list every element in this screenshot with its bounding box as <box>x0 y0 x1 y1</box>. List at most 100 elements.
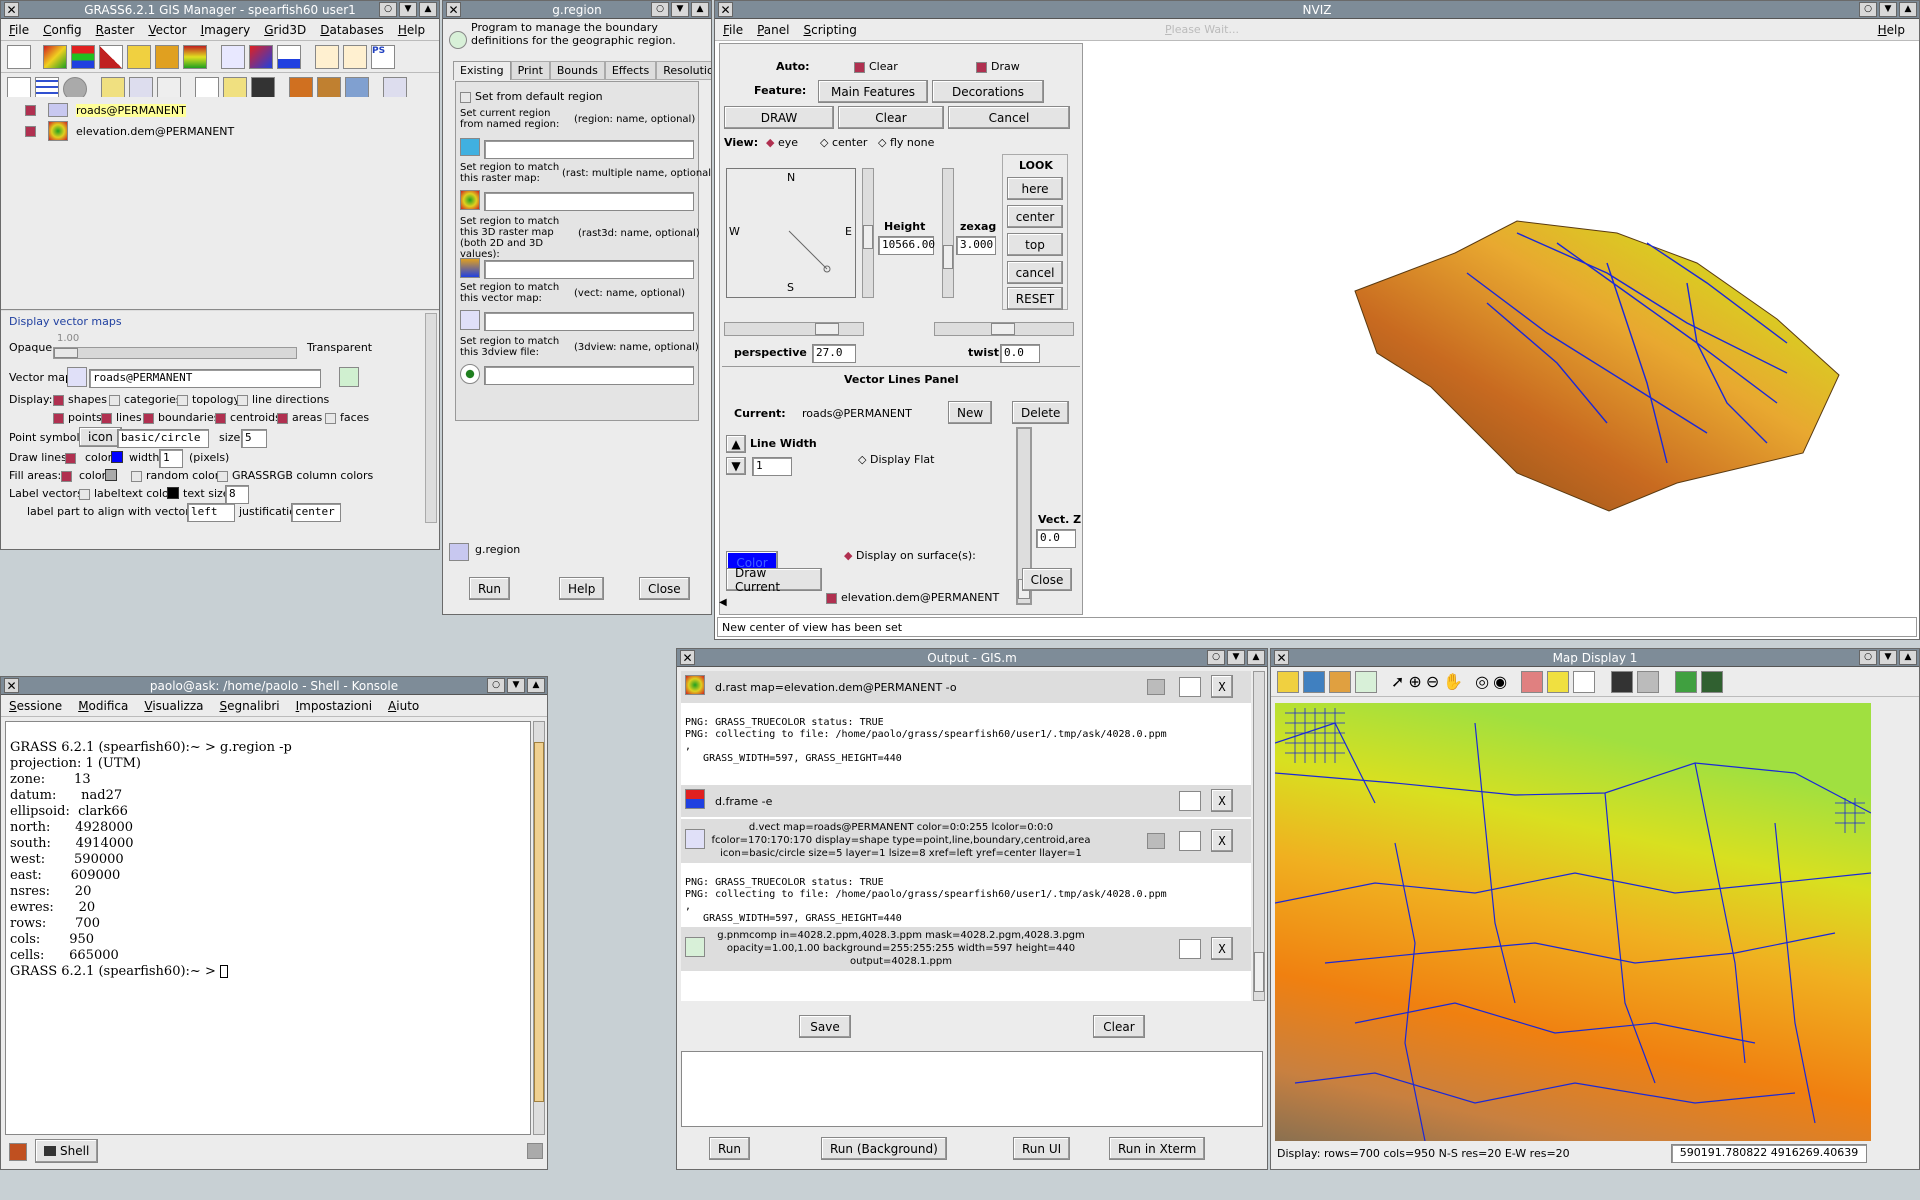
twist-slider-thumb[interactable] <box>991 323 1015 335</box>
command-input[interactable] <box>681 1051 1263 1127</box>
label-option[interactable]: label <box>79 487 121 500</box>
menu-aiuto[interactable]: Aiuto <box>388 699 419 713</box>
add-rgb-icon[interactable] <box>71 44 95 69</box>
display-icon[interactable] <box>1277 670 1299 693</box>
zexag-input[interactable]: 3.000 <box>956 236 996 255</box>
zexag-slider[interactable] <box>942 168 954 298</box>
minimize-icon[interactable]: ▼ <box>507 678 525 693</box>
add-vector-icon[interactable] <box>221 44 245 69</box>
run-ui-button[interactable]: Run UI <box>1013 1137 1071 1160</box>
text-icon[interactable]: PS <box>371 44 395 69</box>
panel-scrollbar[interactable] <box>425 313 437 523</box>
nviz-3d-canvas[interactable] <box>1087 43 1919 615</box>
surface-checkbox[interactable] <box>826 592 837 604</box>
add-raster-icon[interactable] <box>43 44 67 69</box>
draw-button[interactable]: DRAW <box>724 106 834 129</box>
legend-icon[interactable] <box>183 44 207 69</box>
justification-select[interactable]: center <box>291 503 341 522</box>
run-button[interactable]: Run <box>709 1137 751 1160</box>
nviz-hscroll[interactable]: ◀ <box>719 597 733 611</box>
label-icon[interactable] <box>315 44 339 69</box>
minimize-icon[interactable]: ▼ <box>399 2 417 17</box>
tab-print[interactable]: Print <box>510 61 550 80</box>
menu-vector[interactable]: Vector <box>148 23 186 37</box>
draw-lines-checkbox[interactable] <box>65 453 76 464</box>
vector-icon[interactable] <box>460 310 480 330</box>
boundaries-checkbox[interactable] <box>143 412 154 424</box>
auto-clear-option[interactable]: Clear <box>854 60 898 73</box>
lines-checkbox[interactable] <box>101 412 112 424</box>
shapes-option[interactable]: shapes <box>53 393 107 406</box>
delete-button[interactable]: Delete <box>1012 401 1070 424</box>
arrow-map-icon[interactable] <box>155 44 179 69</box>
view-center-option[interactable]: ◇ center <box>820 136 867 149</box>
save-icon[interactable] <box>1611 670 1634 693</box>
output-titlebar[interactable]: ✕ Output - GIS.m ○ ▼ ▲ <box>677 649 1267 667</box>
topology-option[interactable]: topology <box>177 393 240 406</box>
label-checkbox[interactable] <box>79 488 90 500</box>
maximize-icon[interactable]: ▲ <box>419 2 437 17</box>
line-width-up-icon[interactable]: ▲ <box>726 435 746 453</box>
minimize-icon[interactable]: ▼ <box>1879 650 1897 665</box>
tab-resolution[interactable]: Resolution <box>656 61 711 80</box>
perspective-slider-thumb[interactable] <box>815 323 839 335</box>
query-icon[interactable] <box>1521 670 1544 693</box>
boundaries-option[interactable]: boundaries <box>143 411 219 424</box>
map-mode2-icon[interactable] <box>1701 670 1724 693</box>
lines-option[interactable]: lines <box>101 411 142 424</box>
konsole-titlebar[interactable]: ✕ paolo@ask: /home/paolo - Shell - Konso… <box>1 677 547 695</box>
auto-draw-checkbox[interactable] <box>976 61 987 73</box>
maximize-icon[interactable]: ▲ <box>691 2 709 17</box>
close-session-icon[interactable] <box>527 1143 543 1159</box>
region-icon[interactable] <box>460 138 480 156</box>
look-here-button[interactable]: here <box>1007 177 1063 200</box>
print-icon[interactable] <box>1147 679 1165 695</box>
terminal-area[interactable]: GRASS 6.2.1 (spearfish60):~ > g.region -… <box>5 721 531 1135</box>
height-slider-thumb[interactable] <box>863 225 873 249</box>
clear-button[interactable]: Clear <box>1093 1015 1145 1038</box>
close-icon[interactable]: ✕ <box>718 2 733 17</box>
render-icon[interactable] <box>1303 670 1325 693</box>
chart-icon[interactable] <box>277 44 301 69</box>
perspective-slider[interactable] <box>724 322 864 336</box>
menu-grid3d[interactable]: Grid3D <box>264 23 306 37</box>
menu-segnalibri[interactable]: Segnalibri <box>219 699 279 713</box>
tab-bounds[interactable]: Bounds <box>549 61 605 80</box>
3dview-input[interactable] <box>484 366 694 385</box>
new-display-icon[interactable] <box>7 44 31 69</box>
map-display-titlebar[interactable]: ✕ Map Display 1 ○ ▼ ▲ <box>1271 649 1919 667</box>
layer-item-elevation[interactable]: elevation.dem@PERMANENT <box>11 121 234 141</box>
decorations-menu[interactable]: Decorations <box>932 80 1044 103</box>
close-cmd-button[interactable]: X <box>1211 789 1233 812</box>
new-session-icon[interactable] <box>9 1143 27 1161</box>
close-icon[interactable]: ✕ <box>4 2 19 17</box>
zoom-out-icon[interactable]: ⊖ <box>1426 672 1439 691</box>
help-button[interactable]: Help <box>559 577 605 600</box>
sticky-icon[interactable]: ○ <box>651 2 669 17</box>
view-eye-option[interactable]: ◆ eye <box>766 136 798 149</box>
faces-option[interactable]: faces <box>325 411 369 424</box>
close-cmd-button[interactable]: X <box>1211 829 1233 852</box>
maximize-icon[interactable]: ▲ <box>527 678 545 693</box>
menu-impostazioni[interactable]: Impostazioni <box>296 699 372 713</box>
maximize-icon[interactable]: ▲ <box>1247 650 1265 665</box>
raster-input[interactable] <box>484 192 694 211</box>
cell-values-icon[interactable] <box>127 44 151 69</box>
size-spinbox[interactable]: 5 <box>241 429 267 448</box>
close-icon[interactable]: ✕ <box>1274 650 1289 665</box>
new-button[interactable]: New <box>948 401 993 424</box>
pan-icon[interactable]: ✋ <box>1443 672 1463 691</box>
menu-modifica[interactable]: Modifica <box>78 699 128 713</box>
look-top-button[interactable]: top <box>1007 233 1063 256</box>
categories-option[interactable]: categories <box>109 393 182 406</box>
height-input[interactable]: 10566.00 <box>878 236 935 255</box>
window-icon[interactable] <box>1179 677 1201 697</box>
layer-checkbox[interactable] <box>25 125 36 137</box>
grassrgb-option[interactable]: GRASSRGB column colors <box>217 469 373 482</box>
tab-shell[interactable]: Shell <box>35 1139 99 1163</box>
vect-z-input[interactable]: 0.0 <box>1036 529 1076 548</box>
look-reset-button[interactable]: RESET <box>1007 287 1063 310</box>
minimize-icon[interactable]: ▼ <box>671 2 689 17</box>
align-select[interactable]: left <box>187 503 235 522</box>
line-directions-checkbox[interactable] <box>237 394 248 406</box>
